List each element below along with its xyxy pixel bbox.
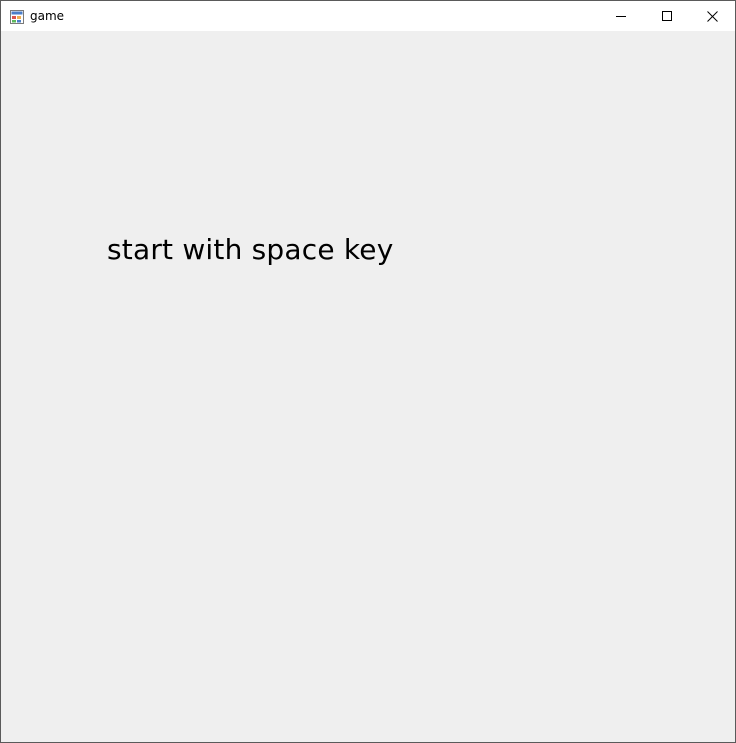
game-window: game start with space key [0, 0, 736, 743]
close-icon [707, 11, 718, 22]
window-title: game [30, 9, 65, 23]
minimize-icon [616, 16, 626, 17]
app-form-icon[interactable] [10, 9, 24, 24]
maximize-icon [662, 11, 672, 21]
game-canvas[interactable]: start with space key [1, 31, 735, 742]
close-button[interactable] [689, 1, 735, 31]
maximize-button[interactable] [644, 1, 690, 31]
minimize-button[interactable] [598, 1, 644, 31]
title-bar[interactable]: game [1, 1, 735, 31]
start-prompt: start with space key [107, 233, 394, 266]
